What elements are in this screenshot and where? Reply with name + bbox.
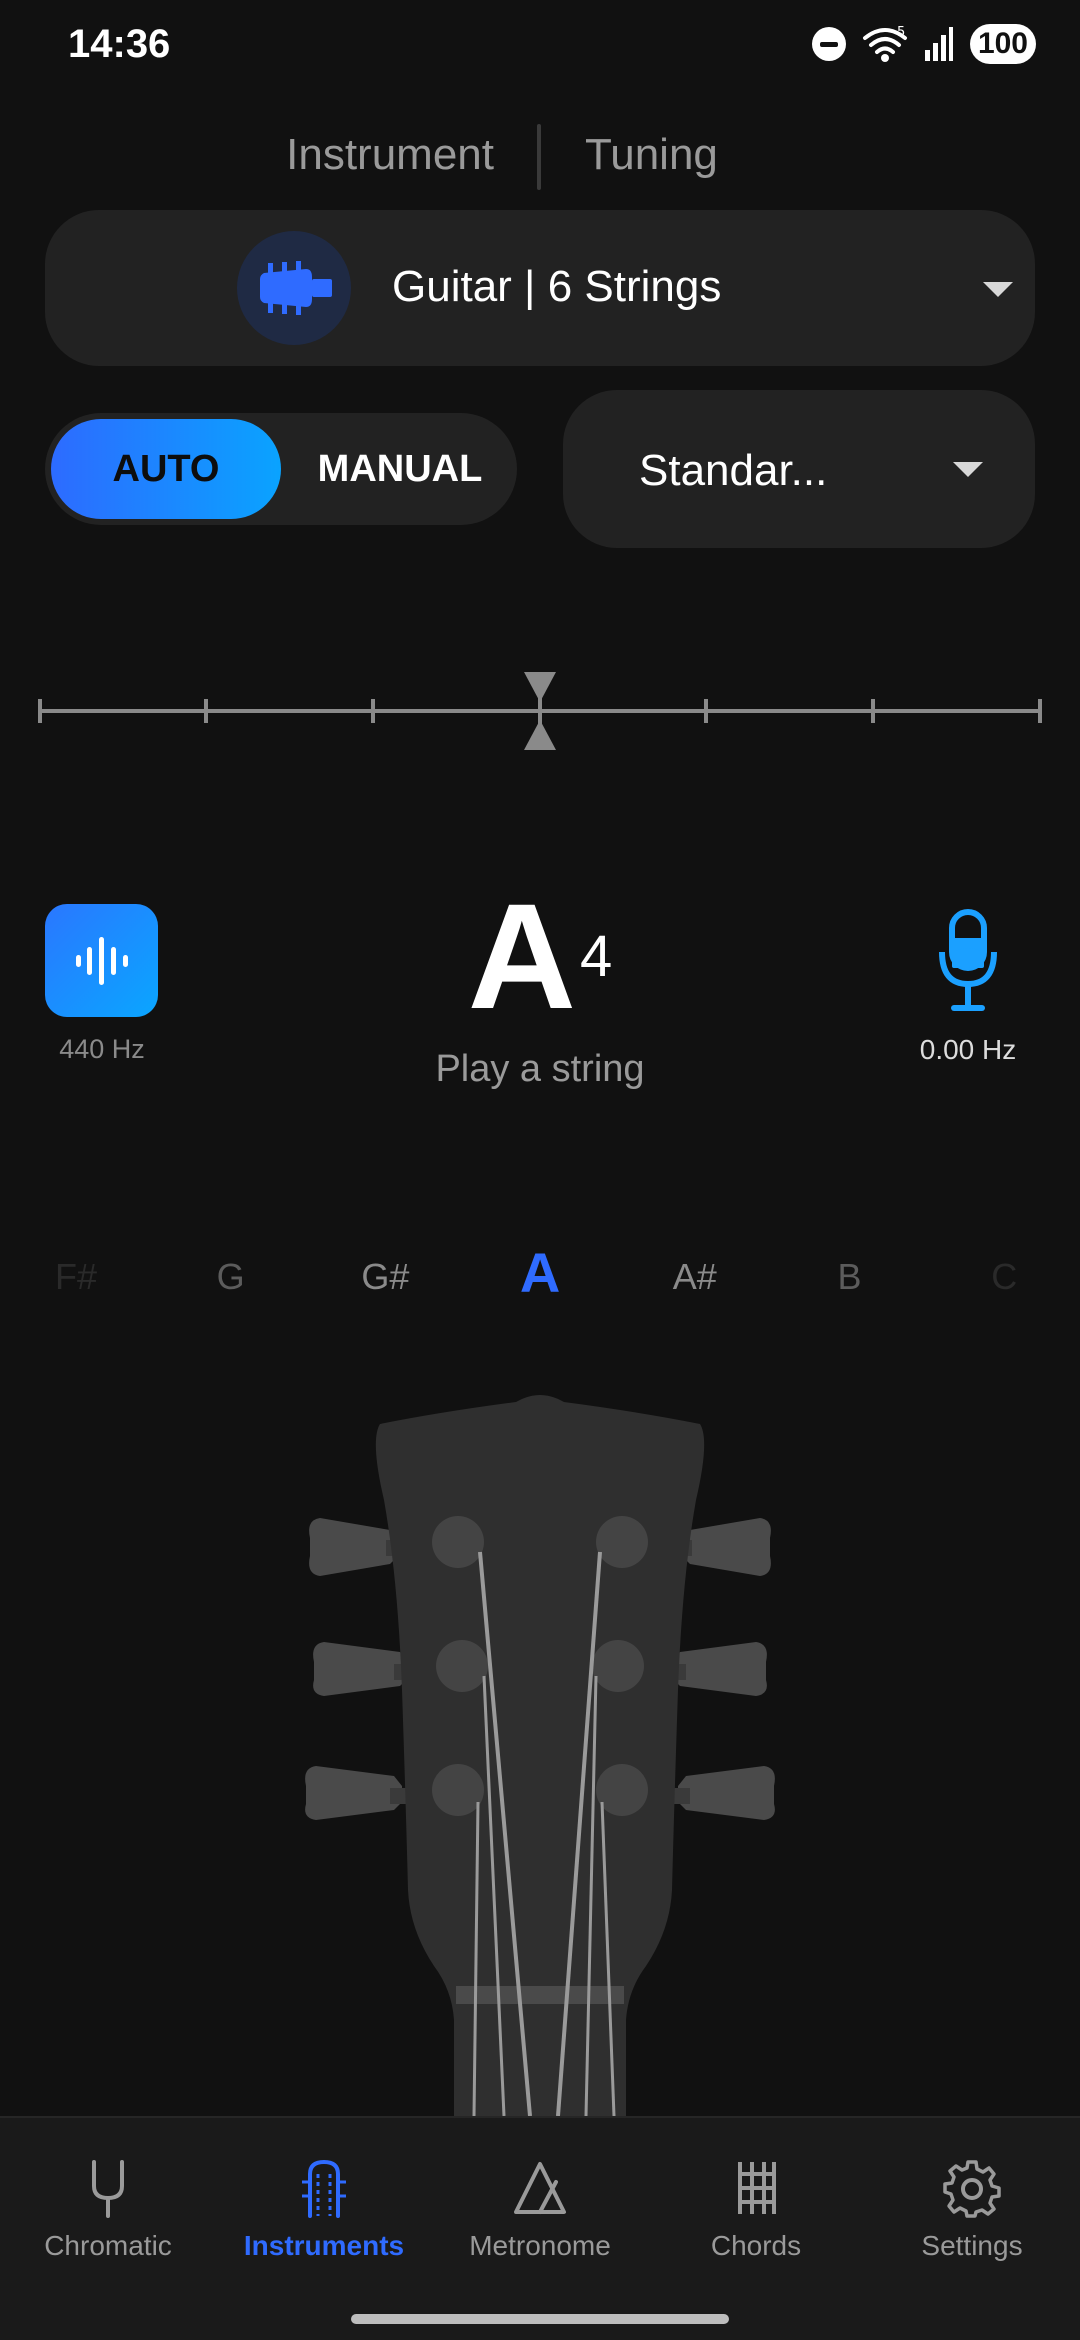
tuning-label: Standar...: [639, 446, 828, 495]
tuner-peg: [682, 1518, 771, 1576]
mode-auto-button[interactable]: AUTO: [51, 419, 281, 519]
top-tabs: Instrument Tuning: [0, 120, 1080, 192]
strip-note: F#: [54, 1256, 97, 1297]
settings-gear-icon: [943, 2160, 1001, 2218]
status-clock: 14:36: [68, 22, 171, 66]
note-octave: 4: [580, 924, 613, 989]
wifi-icon: 5: [862, 25, 907, 62]
nav-label: Chromatic: [44, 2230, 172, 2261]
tab-divider: [537, 124, 541, 190]
tuner-post: [596, 1764, 648, 1816]
tab-tuning[interactable]: Tuning: [585, 130, 718, 180]
instruments-icon: [302, 2159, 346, 2218]
headstock-body: [375, 1395, 705, 2116]
strip-note: C: [991, 1256, 1018, 1297]
nav-instruments[interactable]: Instruments: [216, 2158, 432, 2308]
signal-icon: [924, 27, 953, 61]
status-bar: 14:36 5 100: [0, 0, 1080, 90]
tuner-post: [436, 1640, 488, 1692]
nav-label: Instruments: [243, 2230, 405, 2261]
nav-chords[interactable]: Chords: [648, 2158, 864, 2308]
nav-label: Settings: [921, 2230, 1023, 2261]
nav-chromatic[interactable]: Chromatic: [0, 2158, 216, 2308]
home-indicator[interactable]: [351, 2314, 729, 2324]
guitar-headstock-icon: [237, 231, 351, 345]
tab-instrument[interactable]: Instrument: [286, 130, 494, 180]
mode-manual-button[interactable]: MANUAL: [295, 419, 505, 519]
nav-label: Metronome: [469, 2230, 611, 2261]
tuning-meter: [38, 672, 1042, 750]
strip-note: B: [837, 1256, 862, 1297]
nav-settings[interactable]: Settings: [864, 2158, 1080, 2308]
nav-label: Chords: [710, 2230, 802, 2261]
bottom-navigation: Chromatic Instruments Metronome Chords S…: [0, 2116, 1080, 2340]
network-type-badge: 5: [897, 25, 905, 40]
strip-note: A#: [672, 1256, 717, 1297]
tuner-peg: [309, 1518, 398, 1576]
tuner-post: [592, 1640, 644, 1692]
tuning-dropdown[interactable]: Standar...: [563, 390, 1035, 548]
tuning-fork-icon: [92, 2160, 124, 2218]
strip-note: G: [216, 1256, 245, 1297]
metronome-icon: [514, 2162, 566, 2214]
battery-indicator: 100: [969, 24, 1036, 64]
nav-metronome[interactable]: Metronome: [432, 2158, 648, 2308]
strip-note: G#: [361, 1256, 410, 1297]
tuner-post: [432, 1764, 484, 1816]
strip-note-active: A: [519, 1241, 561, 1304]
tuner-peg: [305, 1766, 402, 1820]
chevron-down-icon: [953, 462, 983, 477]
instrument-label: Guitar | 6 Strings: [392, 262, 722, 311]
instrument-dropdown[interactable]: Guitar | 6 Strings: [45, 210, 1035, 366]
chords-icon: [738, 2162, 776, 2214]
status-icons: 5 100: [811, 22, 1036, 66]
tuner-peg: [672, 1642, 767, 1696]
microphone-icon[interactable]: [936, 908, 1000, 1014]
tuner-post: [596, 1516, 648, 1568]
do-not-disturb-icon: [811, 27, 846, 61]
guitar-nut: [456, 1986, 624, 2004]
tuner-peg: [313, 1642, 408, 1696]
chevron-down-icon: [983, 282, 1013, 297]
note-strip: F# G G# A A# B C: [0, 1240, 1080, 1310]
tuner-post: [432, 1516, 484, 1568]
guitar-headstock-illustration: [305, 1395, 775, 2116]
mode-toggle: AUTO MANUAL: [45, 413, 517, 525]
detected-note: A4: [0, 872, 1080, 1040]
input-frequency: 0.00 Hz: [919, 1034, 1017, 1065]
note-name: A: [467, 872, 577, 1040]
tuner-peg: [678, 1766, 775, 1820]
